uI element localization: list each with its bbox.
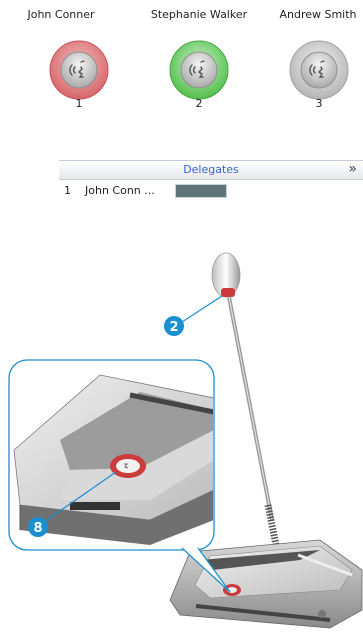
- callout-8-label: 8: [33, 521, 42, 536]
- conference-unit-illustration: 2 8: [8, 252, 363, 629]
- callout-2-label: 2: [169, 320, 178, 335]
- speak-button-detail-inset: [8, 359, 231, 593]
- microphone-head: [211, 252, 241, 298]
